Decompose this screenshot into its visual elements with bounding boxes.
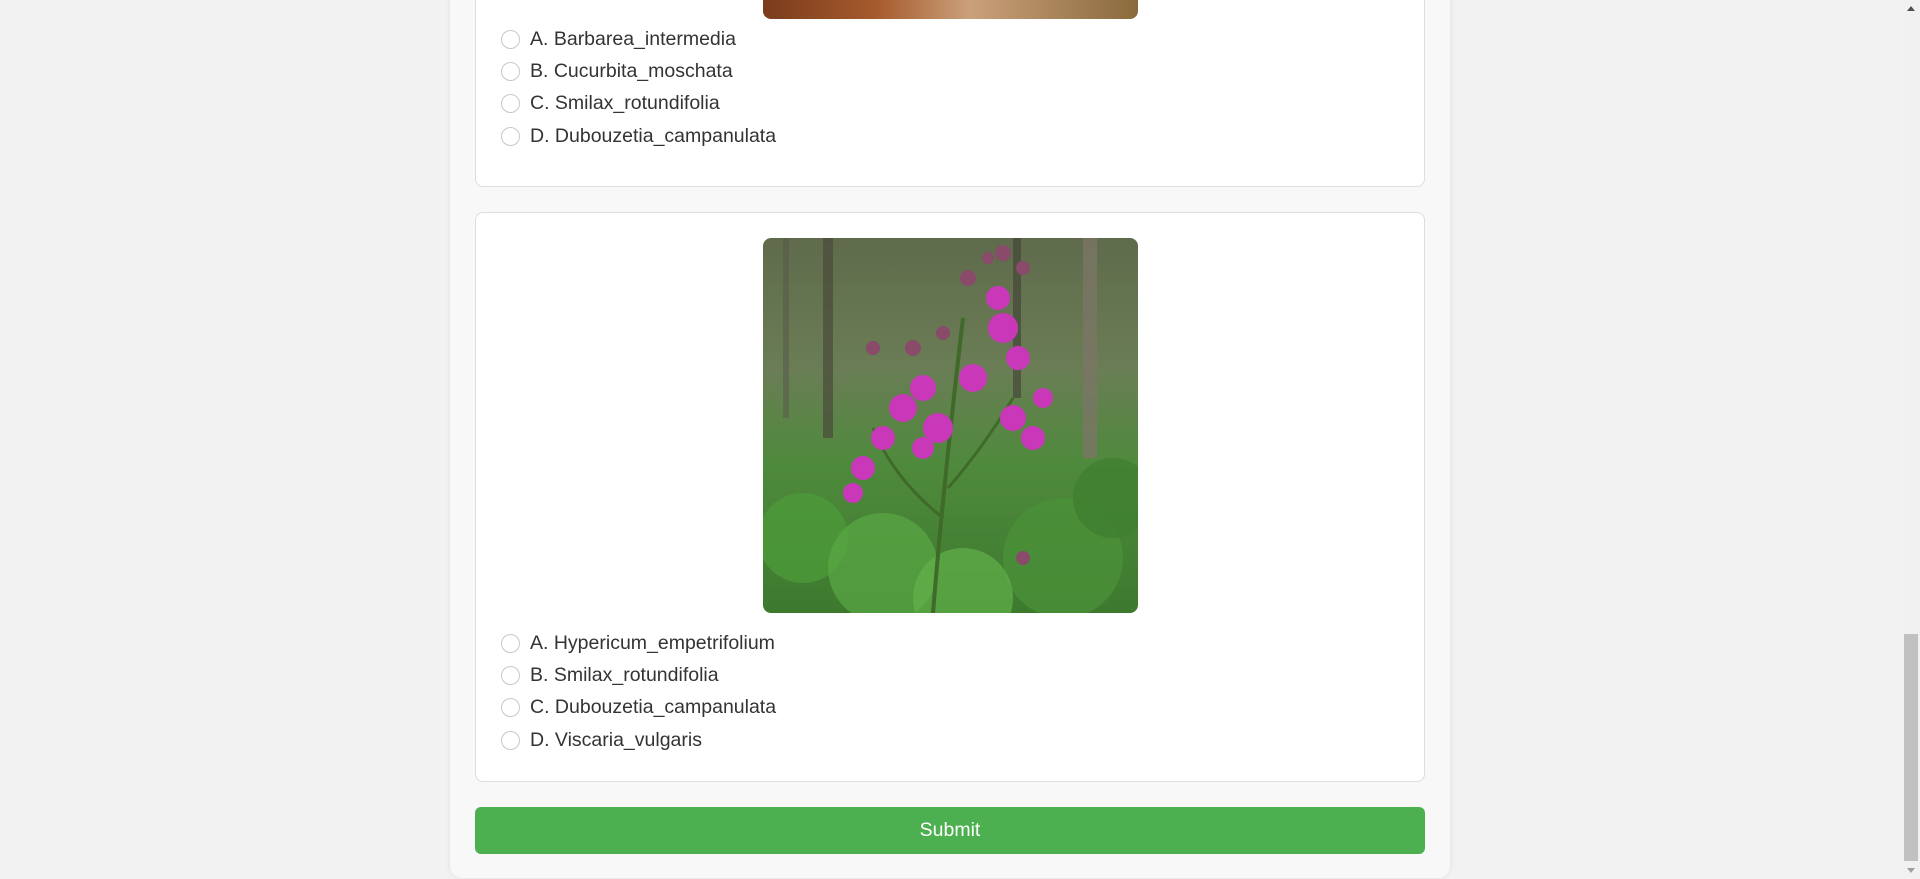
answer-options: A. Hypericum_empetrifolium B. Smilax_rot… bbox=[501, 627, 776, 757]
plant-photo bbox=[763, 0, 1138, 19]
radio-button[interactable] bbox=[501, 730, 520, 750]
radio-button[interactable] bbox=[501, 29, 520, 49]
option-label: D. Viscaria_vulgaris bbox=[530, 728, 702, 751]
option-a[interactable]: A. Hypericum_empetrifolium bbox=[501, 627, 776, 659]
plant-photo bbox=[763, 238, 1138, 613]
scrollbar-thumb[interactable] bbox=[1904, 634, 1918, 861]
option-d[interactable]: D. Viscaria_vulgaris bbox=[501, 724, 776, 756]
radio-button[interactable] bbox=[501, 62, 520, 82]
radio-button[interactable] bbox=[501, 94, 520, 114]
option-c[interactable]: C. Smilax_rotundifolia bbox=[501, 88, 776, 120]
vertical-scrollbar[interactable] bbox=[1902, 0, 1920, 879]
option-b[interactable]: B. Cucurbita_moschata bbox=[501, 55, 776, 87]
option-label: B. Smilax_rotundifolia bbox=[530, 664, 719, 687]
option-label: B. Cucurbita_moschata bbox=[530, 60, 733, 83]
question-card: A. Hypericum_empetrifolium B. Smilax_rot… bbox=[475, 212, 1425, 782]
option-d[interactable]: D. Dubouzetia_campanulata bbox=[501, 120, 776, 152]
radio-button[interactable] bbox=[501, 126, 520, 146]
scroll-up-arrow-icon[interactable] bbox=[1902, 0, 1920, 17]
radio-button[interactable] bbox=[501, 698, 520, 718]
option-label: C. Dubouzetia_campanulata bbox=[530, 696, 777, 719]
option-c[interactable]: C. Dubouzetia_campanulata bbox=[501, 692, 776, 724]
submit-button[interactable]: Submit bbox=[475, 807, 1425, 854]
radio-button[interactable] bbox=[501, 633, 520, 653]
option-a[interactable]: A. Barbarea_intermedia bbox=[501, 23, 776, 55]
question-card: A. Barbarea_intermedia B. Cucurbita_mosc… bbox=[475, 0, 1425, 187]
option-label: C. Smilax_rotundifolia bbox=[530, 92, 720, 115]
option-label: A. Barbarea_intermedia bbox=[530, 27, 736, 50]
answer-options: A. Barbarea_intermedia B. Cucurbita_mosc… bbox=[501, 23, 776, 153]
option-label: A. Hypericum_empetrifolium bbox=[530, 631, 775, 654]
option-b[interactable]: B. Smilax_rotundifolia bbox=[501, 659, 776, 691]
option-label: D. Dubouzetia_campanulata bbox=[530, 124, 777, 147]
scroll-down-arrow-icon[interactable] bbox=[1902, 862, 1920, 879]
radio-button[interactable] bbox=[501, 666, 520, 686]
